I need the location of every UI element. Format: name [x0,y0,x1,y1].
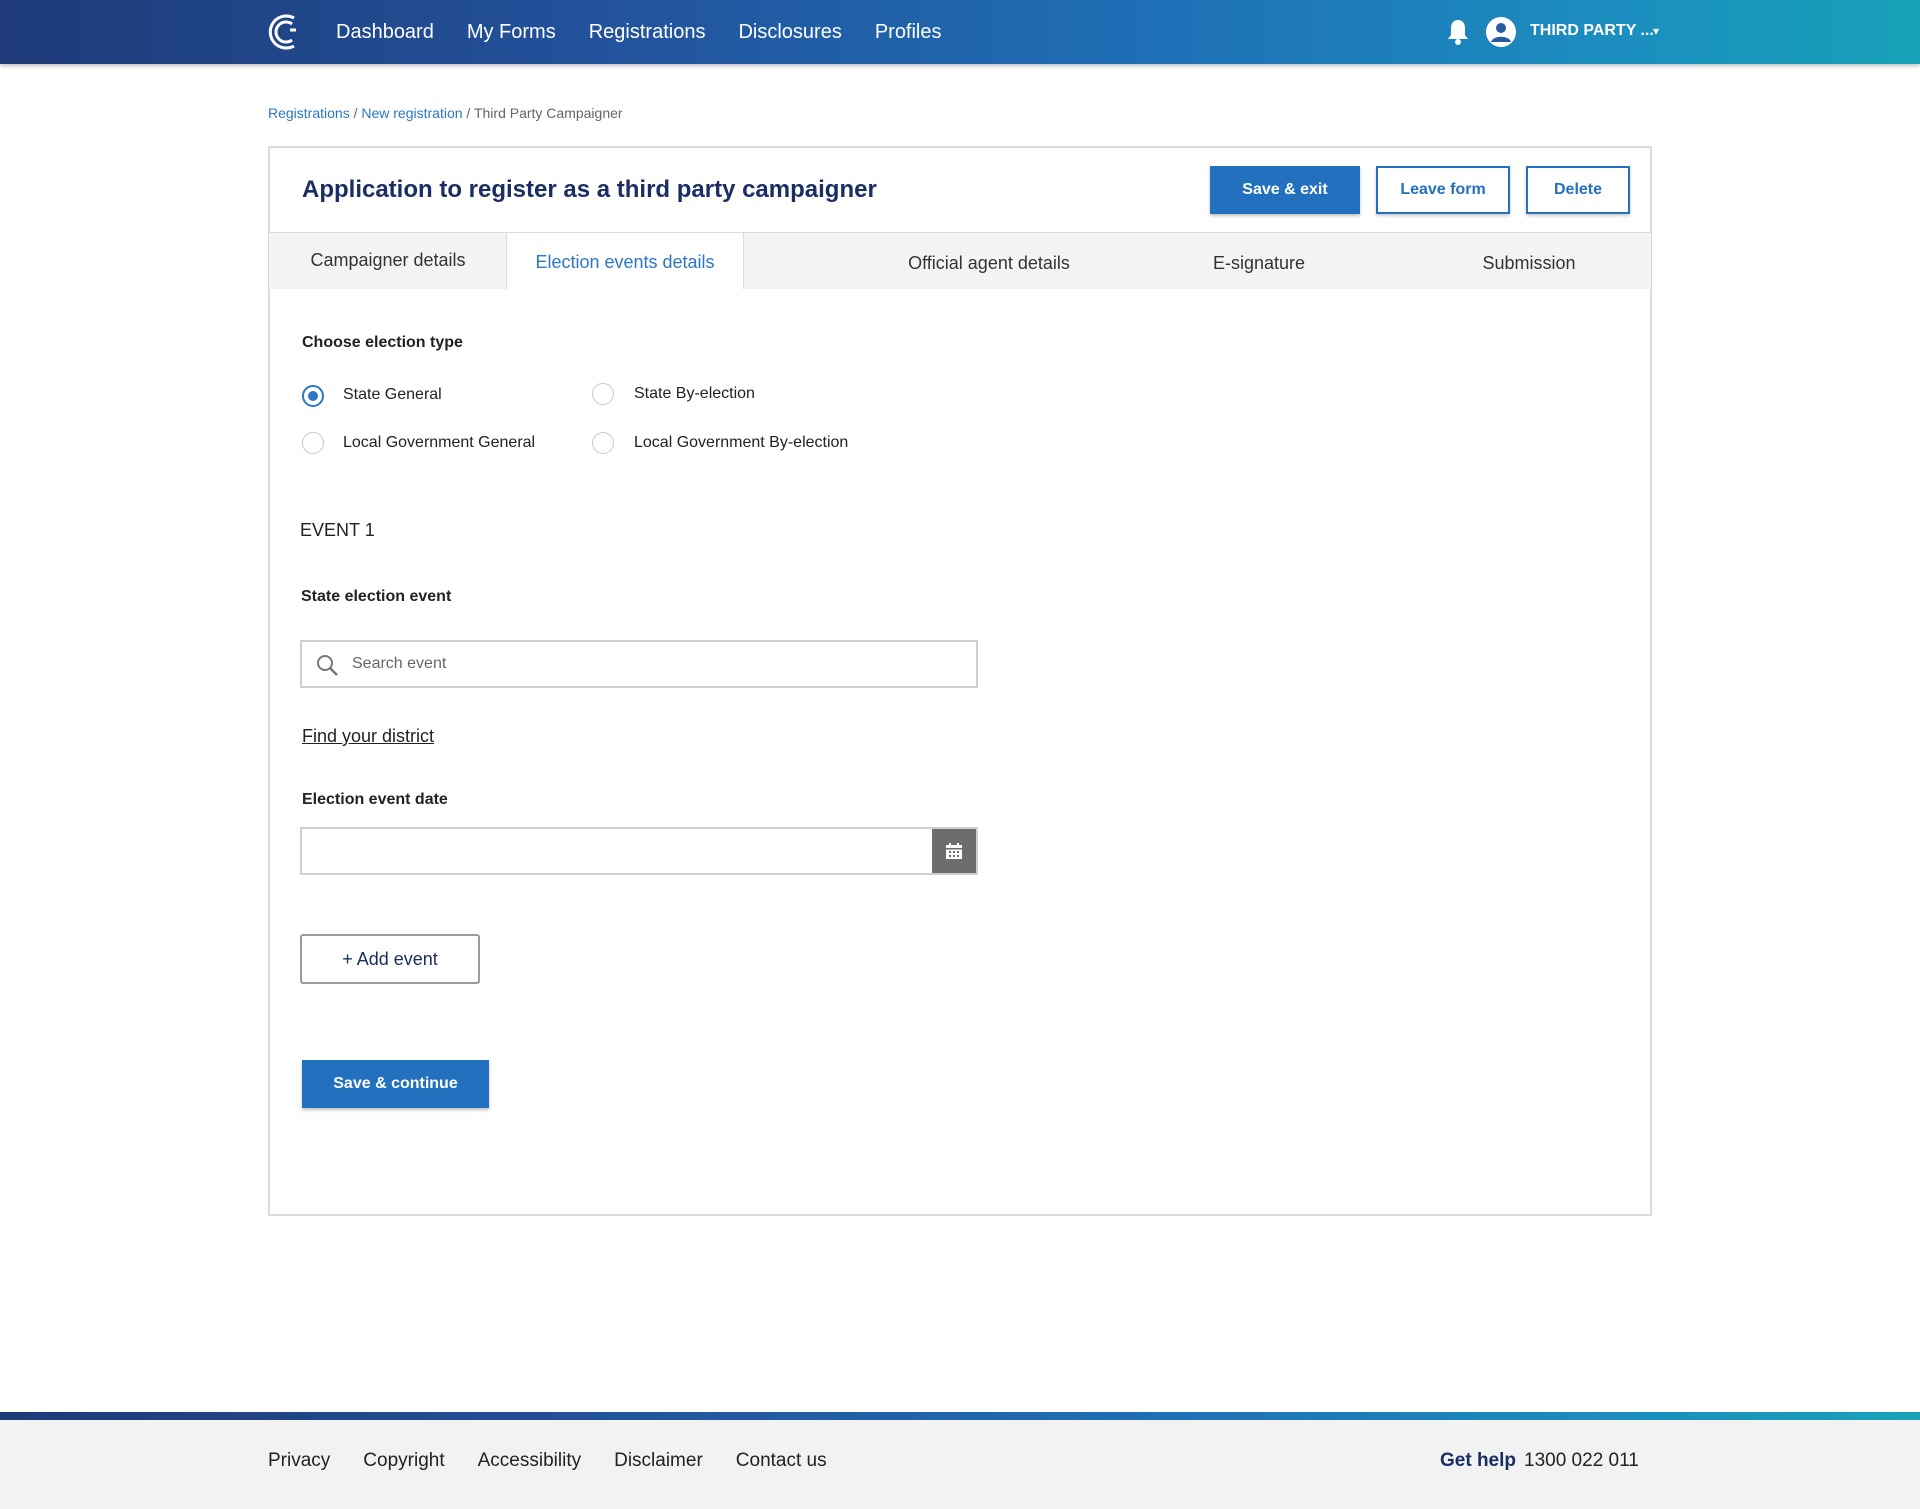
nav-my-forms[interactable]: My Forms [467,21,556,44]
tab-campaigner-details[interactable]: Campaigner details [269,233,507,287]
footer-link-privacy[interactable]: Privacy [268,1450,330,1472]
breadcrumb-separator: / [462,105,474,121]
breadcrumb-new-registration[interactable]: New registration [361,105,462,121]
get-help-label: Get help [1440,1450,1517,1471]
calendar-icon[interactable] [932,829,976,873]
help-phone-number[interactable]: 1300 022 011 [1524,1450,1639,1471]
form-tabs: Campaigner details Election events detai… [268,232,1652,291]
footer-link-copyright[interactable]: Copyright [363,1450,444,1472]
search-icon [316,654,338,676]
breadcrumb-current: Third Party Campaigner [473,105,623,121]
add-event-button[interactable]: + Add event [300,934,480,984]
save-exit-button[interactable]: Save & exit [1210,166,1360,214]
save-continue-button[interactable]: Save & continue [302,1060,489,1108]
search-event-field[interactable] [300,640,978,688]
radio-label-state-by-election[interactable]: State By-election [634,385,755,403]
footer: Privacy Copyright Accessibility Disclaim… [0,1420,1920,1509]
delete-button[interactable]: Delete [1526,166,1630,214]
notification-bell-icon[interactable] [1446,18,1470,46]
page-title: Application to register as a third party… [302,176,877,203]
get-help: Get help 1300 022 011 [1440,1450,1639,1472]
user-avatar-icon[interactable] [1486,17,1516,47]
radio-local-government-by-election[interactable] [592,432,614,454]
search-event-input[interactable] [352,652,952,676]
tab-election-events-details[interactable]: Election events details [506,233,744,291]
user-name[interactable]: THIRD PARTY ... [1530,22,1654,40]
find-district-link[interactable]: Find your district [302,726,434,747]
state-election-event-label: State election event [301,588,452,605]
election-type-label: Choose election type [302,334,463,351]
nav-registrations[interactable]: Registrations [589,21,706,44]
brand-logo-icon[interactable] [268,12,300,52]
election-event-date-input[interactable] [312,839,912,863]
tab-official-agent-details[interactable]: Official agent details [829,235,1149,291]
form-header: Application to register as a third party… [268,146,1652,234]
breadcrumb: Registrations / New registration / Third… [268,105,623,121]
radio-state-general[interactable] [302,385,324,407]
footer-link-accessibility[interactable]: Accessibility [478,1450,581,1472]
footer-link-contact-us[interactable]: Contact us [736,1450,827,1472]
radio-label-local-government-general[interactable]: Local Government General [343,434,535,452]
radio-label-state-general[interactable]: State General [343,386,442,404]
election-event-date-label: Election event date [302,791,448,808]
nav-disclosures[interactable]: Disclosures [738,21,841,44]
election-event-date-field[interactable] [300,827,978,875]
leave-form-button[interactable]: Leave form [1376,166,1510,214]
breadcrumb-separator: / [349,105,362,121]
radio-local-government-general[interactable] [302,432,324,454]
radio-label-local-government-by-election[interactable]: Local Government By-election [634,434,848,452]
breadcrumb-registrations[interactable]: Registrations [268,105,350,121]
top-navigation-bar: Dashboard My Forms Registrations Disclos… [0,0,1920,64]
nav-profiles[interactable]: Profiles [875,21,942,44]
event-heading: EVENT 1 [300,520,375,540]
nav-dashboard[interactable]: Dashboard [336,21,434,44]
footer-links: Privacy Copyright Accessibility Disclaim… [268,1450,860,1472]
tab-e-signature[interactable]: E-signature [1149,235,1369,291]
radio-state-by-election[interactable] [592,383,614,405]
footer-link-disclaimer[interactable]: Disclaimer [614,1450,703,1472]
main-nav: Dashboard My Forms Registrations Disclos… [336,0,975,64]
tab-submission[interactable]: Submission [1419,235,1639,291]
footer-divider [0,1412,1920,1420]
chevron-down-icon[interactable]: ▾ [1653,24,1659,38]
